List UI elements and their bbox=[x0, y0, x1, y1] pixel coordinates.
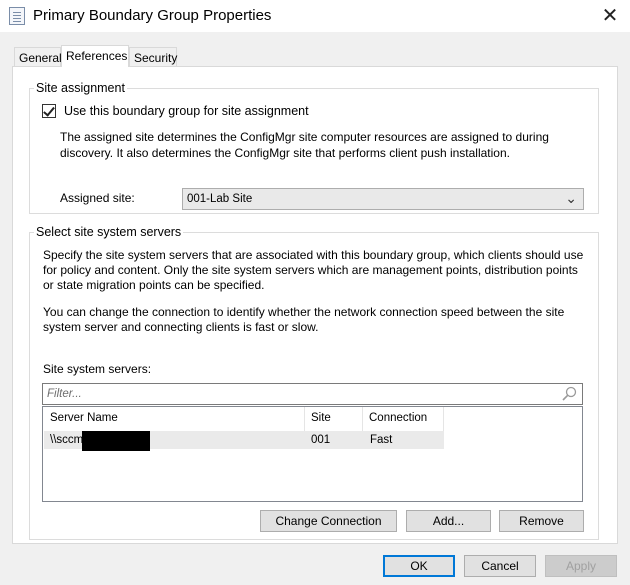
table-row[interactable]: \\sccm 001 Fast bbox=[44, 431, 444, 451]
site-servers-list[interactable]: Server Name Site Connection \\sccm 001 F… bbox=[42, 406, 583, 502]
assigned-site-dropdown[interactable]: 001-Lab Site ⌄ bbox=[182, 188, 584, 210]
server-name-cell: \\sccm bbox=[50, 434, 84, 446]
filter-input[interactable]: Filter... bbox=[42, 383, 583, 405]
site-assignment-description-2: discovery. It also determines the Config… bbox=[60, 146, 510, 160]
filter-placeholder: Filter... bbox=[47, 388, 82, 400]
change-connection-button[interactable]: Change Connection bbox=[260, 510, 397, 532]
tab-general[interactable]: General bbox=[14, 47, 62, 67]
site-servers-description-2b: system server and connecting clients is … bbox=[43, 320, 319, 334]
remove-button[interactable]: Remove bbox=[499, 510, 584, 532]
site-assignment-description-1: The assigned site determines the ConfigM… bbox=[60, 130, 549, 144]
site-servers-description-1a: Specify the site system servers that are… bbox=[43, 248, 584, 262]
site-servers-description-2a: You can change the connection to identif… bbox=[43, 305, 565, 319]
add-button[interactable]: Add... bbox=[406, 510, 491, 532]
site-servers-description-1c: or state migration points can be specifi… bbox=[43, 278, 265, 292]
title-bar: Primary Boundary Group Properties ✕ bbox=[0, 0, 630, 32]
chevron-down-icon: ⌄ bbox=[565, 190, 577, 206]
site-assignment-group-label: Site assignment bbox=[34, 81, 127, 95]
window-title: Primary Boundary Group Properties bbox=[33, 7, 272, 24]
assigned-site-label: Assigned site: bbox=[60, 191, 135, 205]
site-servers-description-1b: for policy and content. Only the site sy… bbox=[43, 263, 578, 277]
tab-security[interactable]: Security bbox=[129, 47, 177, 67]
properties-sheet-icon bbox=[9, 7, 25, 25]
column-header-site[interactable]: Site bbox=[305, 407, 363, 431]
redaction-block bbox=[82, 431, 150, 451]
assigned-site-value: 001-Lab Site bbox=[187, 193, 253, 205]
site-assignment-checkbox[interactable] bbox=[42, 104, 56, 118]
site-servers-list-label: Site system servers: bbox=[43, 362, 152, 376]
close-icon[interactable]: ✕ bbox=[598, 4, 622, 28]
column-header-connection[interactable]: Connection bbox=[363, 407, 444, 431]
cancel-button[interactable]: Cancel bbox=[464, 555, 536, 577]
apply-button[interactable]: Apply bbox=[545, 555, 617, 577]
connection-cell: Fast bbox=[370, 434, 393, 446]
tab-references[interactable]: References bbox=[61, 45, 129, 67]
search-icon[interactable] bbox=[561, 386, 577, 402]
site-servers-group-label: Select site system servers bbox=[34, 225, 184, 239]
site-assignment-checkbox-label[interactable]: Use this boundary group for site assignm… bbox=[64, 104, 309, 119]
site-cell: 001 bbox=[311, 434, 331, 446]
column-header-server-name[interactable]: Server Name bbox=[44, 407, 305, 431]
ok-button[interactable]: OK bbox=[383, 555, 455, 577]
